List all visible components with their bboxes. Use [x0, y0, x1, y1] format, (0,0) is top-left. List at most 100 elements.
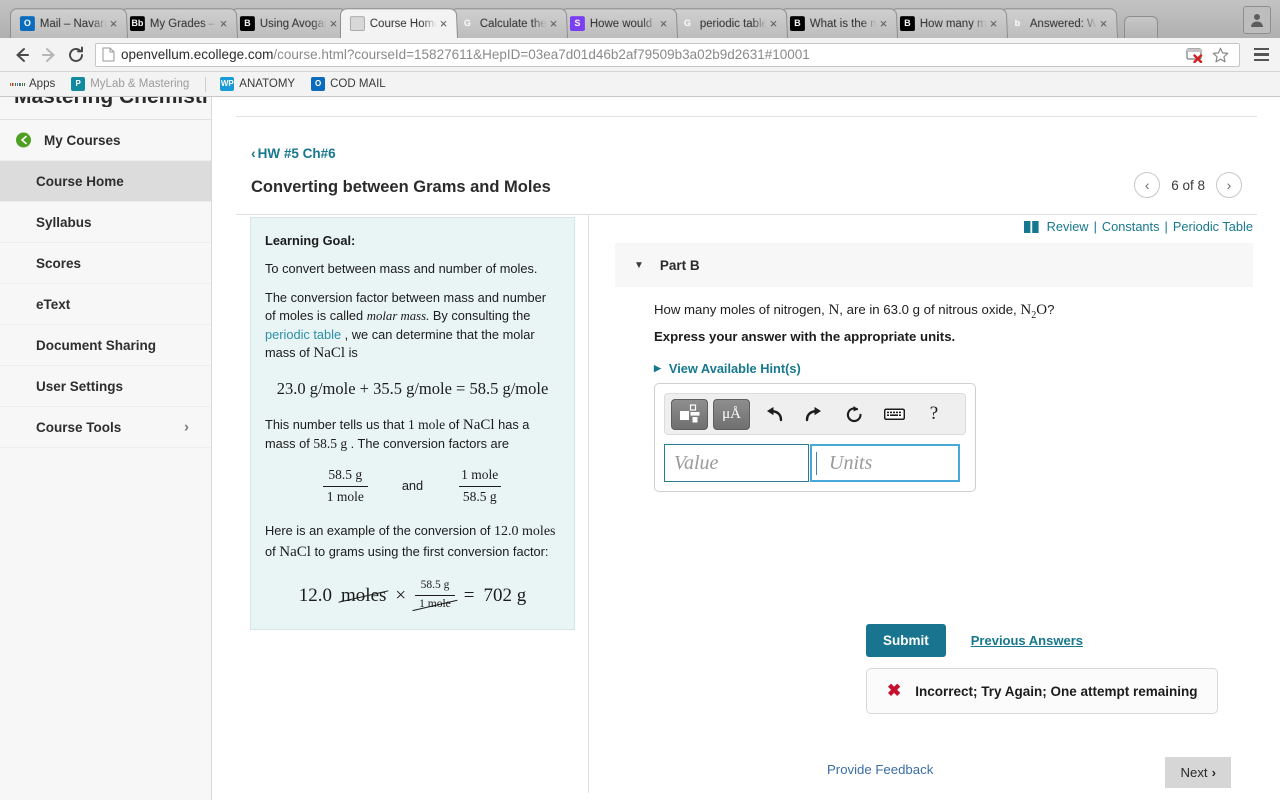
redo-icon[interactable]	[795, 399, 833, 430]
sidebar-item-label: Scores	[36, 255, 82, 271]
value-input[interactable]: Value	[664, 444, 809, 482]
browser-tab[interactable]: O Mail – Navarro ×	[10, 8, 128, 38]
bookmark-cod-mail[interactable]: O COD MAIL	[311, 77, 386, 91]
forward-button[interactable]	[35, 42, 62, 68]
browser-tab[interactable]: Gperiodic table ×	[670, 8, 788, 38]
lg-text: . The conversion factors are	[347, 436, 510, 452]
undo-icon[interactable]	[755, 399, 793, 430]
lg-num-12-moles: 12.0 moles	[494, 524, 556, 540]
lg-text: of	[265, 543, 280, 559]
lg-italic-molar-mass: molar mass.	[366, 308, 430, 323]
view-hints-label: View Available Hint(s)	[668, 361, 801, 376]
tab-strip: O Mail – Navarro × Bb My Grades – × B Using Av…	[0, 0, 1280, 38]
previous-answers-link[interactable]: Previous Answers	[971, 633, 1083, 648]
sidebar-item-my-courses[interactable]: My Courses	[0, 120, 211, 161]
sidebar-item-user-settings[interactable]: User Settings	[0, 366, 211, 407]
sidebar-item-course-tools[interactable]: Course Tools ›	[0, 407, 211, 448]
bookmark-mylab-mastering[interactable]: P MyLab & Mastering	[71, 77, 189, 91]
lg-text: is	[345, 345, 358, 361]
sidebar-item-document-sharing[interactable]: Document Sharing	[0, 325, 211, 366]
lg-formula-nacl: NaCl	[313, 345, 346, 362]
address-bar[interactable]: openvellum.ecollege.com/course.html?cour…	[95, 42, 1240, 67]
socratic-icon: S	[569, 16, 585, 32]
learning-goal-para-3: This number tells us that 1 mole of NaCl…	[265, 415, 560, 454]
close-icon[interactable]: ×	[216, 16, 230, 31]
formula-n2o: N2O	[1020, 302, 1048, 321]
micro-angstrom-button[interactable]: μÅ	[713, 398, 750, 430]
close-icon[interactable]: ×	[656, 16, 670, 31]
page-viewport: Mastering Chemistry My Courses Course Hom…	[0, 97, 1280, 800]
chevron-right-icon: ›	[184, 418, 189, 436]
and-label: and	[401, 478, 424, 494]
periodic-table-link[interactable]: Periodic Table	[1173, 219, 1253, 234]
popup-blocked-icon[interactable]	[1186, 47, 1205, 63]
bookmark-apps[interactable]: Apps	[10, 77, 55, 91]
text-cursor	[816, 451, 818, 475]
part-b-header[interactable]: ▼ Part B	[615, 243, 1253, 287]
browser-tab[interactable]: b Answered: W ×	[1000, 8, 1118, 38]
bookmark-label: ANATOMY	[239, 78, 296, 90]
browser-tab[interactable]: B Using Avogadr ×	[230, 8, 348, 38]
page-document-icon	[102, 47, 115, 62]
bookmark-anatomy[interactable]: WP ANATOMY	[220, 77, 295, 91]
chrome-menu-button[interactable]	[1246, 47, 1272, 62]
math-toolbar: μÅ ?	[664, 393, 966, 435]
browser-tab[interactable]: Course Home ×	[340, 8, 458, 38]
close-icon[interactable]: ×	[986, 16, 1000, 31]
fraction-denominator: 1 mole	[322, 485, 368, 507]
next-button[interactable]: Next ›	[1165, 757, 1231, 788]
chevron-left-icon: ‹	[1144, 177, 1150, 193]
chevron-down-icon: ▼	[634, 259, 644, 271]
tab-title: Mail – Navarro	[39, 17, 107, 30]
close-icon[interactable]: ×	[546, 16, 560, 31]
sidebar-item-syllabus[interactable]: Syllabus	[0, 202, 211, 243]
close-icon[interactable]: ×	[326, 16, 340, 31]
constants-link[interactable]: Constants	[1102, 219, 1160, 234]
tab-title: How many m	[919, 17, 987, 30]
sidebar-item-label: Course Home	[36, 173, 124, 189]
browser-tab[interactable]: G Calculate the ×	[450, 8, 568, 38]
bookmark-star-icon[interactable]	[1212, 47, 1229, 63]
browser-tab[interactable]: S Howe would ×	[560, 8, 678, 38]
pager-next-button[interactable]: ›	[1216, 172, 1242, 198]
back-button[interactable]	[8, 42, 35, 68]
help-icon[interactable]: ?	[915, 399, 953, 430]
sidebar-item-etext[interactable]: eText	[0, 284, 211, 325]
profile-avatar-button[interactable]	[1243, 6, 1271, 34]
close-icon[interactable]: ×	[1096, 16, 1110, 31]
browser-tab[interactable]: B How many m ×	[890, 8, 1008, 38]
navigation-bar: openvellum.ecollege.com/course.html?cour…	[0, 38, 1280, 72]
pager-prev-button[interactable]: ‹	[1134, 172, 1161, 198]
close-icon[interactable]: ×	[106, 16, 120, 31]
learning-goal-heading: Learning Goal:	[265, 233, 356, 248]
lg-text: By consulting the	[429, 307, 531, 323]
units-placeholder: Units	[829, 451, 873, 474]
browser-tab[interactable]: Bb My Grades – ×	[120, 8, 238, 38]
provide-feedback-link[interactable]: Provide Feedback	[827, 762, 933, 777]
fraction-mass-per-mole: 58.5 g 1 mole	[322, 466, 368, 507]
browser-tab[interactable]: B What is the m ×	[780, 8, 898, 38]
new-tab-button[interactable]	[1124, 16, 1158, 38]
keyboard-icon[interactable]	[875, 399, 913, 430]
view-hints-link[interactable]: ▶ View Available Hint(s)	[654, 361, 801, 376]
breadcrumb[interactable]: ‹ HW #5 Ch#6	[251, 145, 336, 161]
url-text: openvellum.ecollege.com/course.html?cour…	[121, 47, 810, 62]
close-icon[interactable]: ×	[766, 16, 780, 31]
breadcrumb-label: HW #5 Ch#6	[257, 145, 336, 161]
units-input[interactable]: Units	[810, 444, 960, 482]
answer-inputs-row: Value Units	[664, 444, 966, 482]
review-link[interactable]: Review	[1047, 219, 1089, 234]
menu-line	[1253, 58, 1269, 62]
reload-button[interactable]	[62, 42, 89, 68]
submit-button[interactable]: Submit	[866, 624, 946, 657]
sidebar-item-course-home[interactable]: Course Home	[0, 161, 211, 202]
close-icon[interactable]: ×	[876, 16, 890, 31]
next-label: Next	[1180, 765, 1208, 780]
close-icon[interactable]: ×	[436, 16, 450, 31]
lg-num-585g: 58.5 g	[313, 436, 348, 452]
conversion-factors-row: 58.5 g 1 mole and 1 mole 58.5 g	[265, 466, 560, 506]
periodic-table-link[interactable]: periodic table	[265, 327, 341, 342]
template-button[interactable]	[671, 398, 708, 430]
sidebar-item-scores[interactable]: Scores	[0, 243, 211, 284]
reset-icon[interactable]	[835, 399, 873, 430]
